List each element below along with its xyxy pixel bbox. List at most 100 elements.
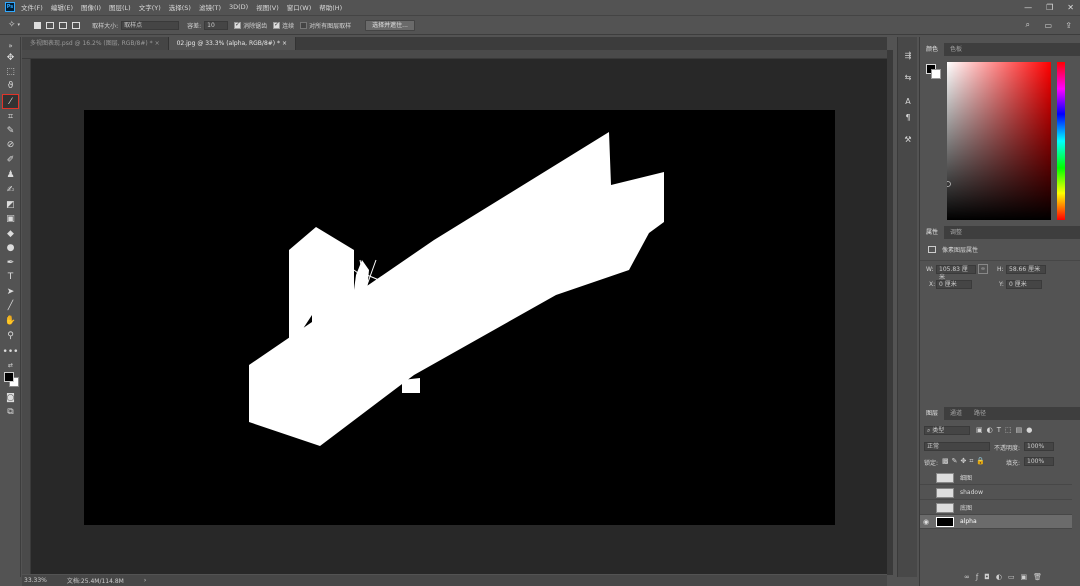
layer-row[interactable]: shadow [920,486,1072,500]
clone-stamp-tool-icon[interactable]: ♟ [3,168,18,181]
restore-button[interactable]: ❐ [1046,3,1053,12]
hand-tool-icon[interactable]: ✋ [3,314,18,327]
photoshop-logo: Ps [5,2,15,12]
magic-wand-preset-icon[interactable]: ✧ [8,20,16,30]
menu-layer[interactable]: 图层(L) [109,2,131,12]
menu-help[interactable]: 帮助(H) [319,2,342,12]
path-selection-tool-icon[interactable]: ➤ [3,285,18,298]
layer-filter-select[interactable]: ⌕ 类型 [924,426,970,435]
menu-window[interactable]: 窗口(W) [287,2,312,12]
menu-filter[interactable]: 滤镜(T) [199,2,221,12]
color-panel-tabs: 颜色 色板 [920,43,1080,56]
layers-footer-icons[interactable]: ∞ƒ◘◐▭▣🗑 [964,573,1048,581]
window-controls: — ❐ ✕ [1024,0,1074,14]
tab-document-2[interactable]: 02.jpg @ 33.3% (alpha, RGB/8#) * × [168,37,296,50]
tab-swatches[interactable]: 色板 [944,43,968,56]
history-icon[interactable]: ⇶ [902,49,914,61]
quick-mask-icon[interactable]: ◙ [3,391,18,404]
move-tool-icon[interactable]: ✥ [3,51,18,64]
close-icon[interactable]: × [155,40,160,47]
marquee-tool-icon[interactable]: ⬚ [3,65,18,78]
fill-input[interactable]: 100% [1024,457,1054,466]
tab-properties[interactable]: 属性 [920,226,945,239]
opacity-input[interactable]: 100% [1024,442,1054,451]
lasso-tool-icon[interactable]: ϑ [3,79,18,92]
width-input[interactable]: 105.83 厘米 [936,265,976,281]
lock-label: 锁定: [924,460,939,467]
lock-icons[interactable]: ▩✎✥⌗🔒 [942,457,988,466]
tab-color[interactable]: 颜色 [920,43,945,56]
zoom-tool-icon[interactable]: ⚲ [3,329,18,342]
status-menu-arrow[interactable]: › [144,577,146,584]
paragraph-icon[interactable]: ¶ [902,111,914,123]
layer-filter-icons[interactable]: ▣◐T⬚▤● [976,426,1036,434]
menu-file[interactable]: 文件(F) [21,2,43,12]
select-and-mask-button[interactable]: 选择并遮住... [365,19,415,31]
tab-channels[interactable]: 通道 [944,407,968,420]
pen-tool-icon[interactable]: ✒ [3,256,18,269]
x-input[interactable]: 0 厘米 [936,280,972,289]
brush-tool-icon[interactable]: ✐ [3,153,18,166]
swap-colors-icon[interactable]: ⇄ [3,359,18,372]
layer-row-selected[interactable]: ◉ alpha [920,515,1072,529]
subtract-selection-icon[interactable] [59,21,68,29]
chevron-down-icon[interactable]: ▾ [18,22,21,28]
search-icon[interactable]: ⌕ [1026,20,1030,30]
height-input[interactable]: 58.66 厘米 [1006,265,1046,274]
link-icon[interactable]: ∞ [978,264,988,274]
antialias-label: 消除锯齿 [243,22,268,30]
minimize-button[interactable]: — [1024,3,1032,12]
gradient-tool-icon[interactable]: ▣ [3,212,18,225]
fill-label: 填充: [1006,460,1021,467]
menu-edit[interactable]: 编辑(E) [51,2,73,12]
layer-row[interactable]: 细图 [920,471,1072,485]
y-input[interactable]: 0 厘米 [1006,280,1042,289]
screen-mode-icon[interactable]: ⧉ [3,405,18,418]
line-tool-icon[interactable]: ╱ [3,299,18,312]
blur-tool-icon[interactable]: ◆ [3,227,18,240]
tolerance-input[interactable]: 10 [204,20,229,30]
add-to-selection-icon[interactable] [46,21,55,29]
crop-tool-icon[interactable]: ⌗ [3,110,18,123]
tool-presets-icon[interactable]: ⚒ [902,133,914,145]
tab-layers[interactable]: 图层 [920,407,945,420]
healing-brush-tool-icon[interactable]: ⊘ [3,138,18,151]
dodge-tool-icon[interactable]: ● [3,241,18,254]
new-selection-icon[interactable] [34,21,42,29]
workspace-icon[interactable]: ▭ [1044,21,1052,30]
character-icon[interactable]: A [902,95,914,107]
more-tools-icon[interactable]: ••• [3,345,19,358]
tab-adjustments[interactable]: 调整 [944,226,968,239]
adjustments-icon[interactable]: ⇆ [902,71,914,83]
eyedropper-tool-icon[interactable]: ✎ [3,124,18,137]
magic-wand-tool-icon[interactable]: ⁄ [2,94,19,109]
close-icon[interactable]: × [282,40,287,47]
menu-view[interactable]: 视图(V) [256,2,279,12]
color-picker-field[interactable] [945,62,1051,220]
eraser-tool-icon[interactable]: ◩ [3,198,18,211]
vertical-scrollbar[interactable] [887,50,893,575]
eye-icon[interactable]: ◉ [920,518,932,526]
tab-document-1[interactable]: 多视图表现.psd @ 16.2% (图层, RGB/8#) * × [22,37,169,50]
sample-size-select[interactable]: 取样点 [121,20,180,30]
type-tool-icon[interactable]: T [3,270,18,283]
blend-mode-select[interactable]: 正常 [924,442,990,451]
hue-slider[interactable] [1057,62,1065,220]
menu-select[interactable]: 选择(S) [169,2,191,12]
sample-all-layers-checkbox[interactable] [300,21,308,29]
document-canvas[interactable] [84,110,835,525]
share-icon[interactable]: ⇪ [1065,21,1072,30]
menu-image[interactable]: 图像(I) [81,2,101,12]
close-button[interactable]: ✕ [1067,3,1074,12]
menu-3d[interactable]: 3D(D) [229,3,248,11]
intersect-selection-icon[interactable] [72,21,81,29]
foreground-color-swatch[interactable] [4,372,14,382]
contiguous-checkbox[interactable] [273,21,281,29]
antialias-checkbox[interactable] [234,21,242,29]
background-color-chip[interactable] [931,69,941,79]
tab-paths[interactable]: 路径 [968,407,992,420]
layer-row[interactable]: 底图 [920,501,1072,515]
history-brush-tool-icon[interactable]: ✍ [3,183,18,196]
zoom-level[interactable]: 33.33% [24,577,47,584]
menu-type[interactable]: 文字(Y) [139,2,161,12]
